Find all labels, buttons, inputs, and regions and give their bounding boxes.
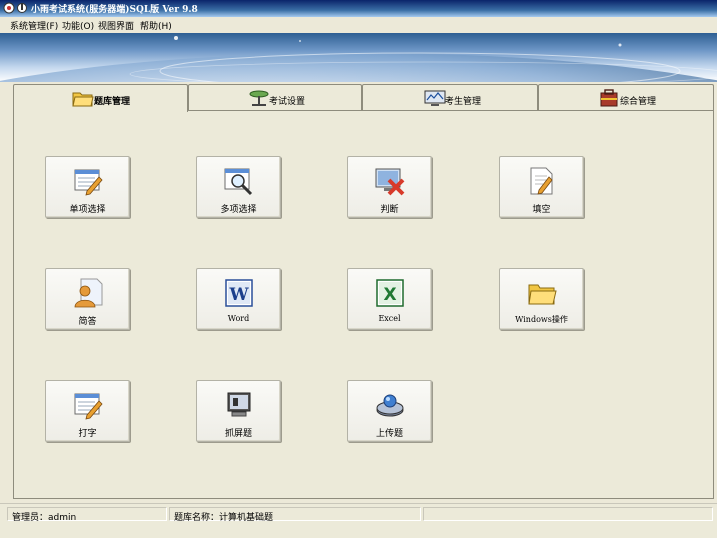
true-false-button[interactable]: 判断 (347, 156, 432, 218)
banner-graphic (0, 36, 717, 82)
multiple-choice-button[interactable]: 多项选择 (196, 156, 281, 218)
windows-operation-button[interactable]: Windows操作 (499, 268, 584, 330)
footer (0, 523, 717, 538)
menu-bar: 系统管理(F) 功能(O) 视图界面 帮助(H) (0, 17, 717, 33)
tile-label: 填空 (532, 205, 551, 215)
screen-capture-icon (227, 392, 251, 417)
question-bank-status: 题库名称：计算机基础题 (169, 507, 421, 523)
admin-status: 管理员：admin (7, 507, 167, 523)
page-pencil-icon (530, 167, 553, 195)
word-button[interactable]: W Word (196, 268, 281, 330)
tab-label: 综合管理 (620, 97, 657, 107)
monitor-icon (424, 90, 446, 106)
tile-label: 上传题 (375, 429, 403, 439)
short-answer-button[interactable]: 简答 (45, 268, 130, 330)
status-spacer (423, 507, 713, 521)
window-title: 小雨考试系统(服务器端)SQL版 Ver 9.8 (31, 5, 198, 15)
document-pencil-icon (74, 393, 103, 420)
excel-button[interactable]: X Excel (347, 268, 432, 330)
tile-label: 抓屏题 (224, 429, 252, 439)
upload-button[interactable]: 上传题 (347, 380, 432, 442)
tab-label: 考试设置 (269, 97, 306, 107)
svg-text:X: X (383, 285, 396, 305)
monitor-cross-icon (375, 168, 405, 196)
title-bar: 小雨考试系统(服务器端)SQL版 Ver 9.8 (0, 0, 717, 17)
menu-system[interactable]: 系统管理(F) (10, 19, 58, 32)
tab-label: 考生管理 (445, 97, 482, 107)
fill-blank-button[interactable]: 填空 (499, 156, 584, 218)
header-banner (0, 33, 717, 82)
lamp-icon (249, 90, 269, 106)
excel-icon: X (376, 279, 404, 307)
svg-text:W: W (228, 285, 249, 305)
magnifier-window-icon (224, 168, 253, 196)
word-icon: W (225, 279, 253, 307)
typing-button[interactable]: 打字 (45, 380, 130, 442)
tab-student-management[interactable]: 考生管理 (362, 84, 538, 111)
menu-help[interactable]: 帮助(H) (140, 19, 172, 32)
tile-label: 打字 (78, 429, 97, 439)
single-choice-button[interactable]: 单项选择 (45, 156, 130, 218)
folder-icon (72, 92, 94, 107)
document-pencil-icon (74, 169, 103, 196)
tile-label: Word (227, 314, 250, 323)
menu-function[interactable]: 功能(O) (62, 19, 94, 32)
tile-label: 多项选择 (220, 205, 257, 215)
tab-label: 题库管理 (94, 97, 131, 107)
status-bar: 管理员：admin 题库名称：计算机基础题 (0, 503, 717, 523)
app-icon[interactable] (3, 2, 15, 14)
folder-icon (528, 284, 557, 305)
tile-label: 简答 (78, 317, 97, 327)
upload-icon (376, 394, 404, 417)
tab-question-bank[interactable]: 题库管理 (13, 84, 188, 112)
screen-capture-button[interactable]: 抓屏题 (196, 380, 281, 442)
pin-icon[interactable] (16, 2, 28, 14)
tile-label: Windows操作 (515, 315, 568, 324)
tile-label: 单项选择 (69, 205, 106, 215)
menu-view[interactable]: 视图界面 (98, 19, 134, 32)
toolbox-icon (600, 89, 618, 107)
user-document-icon (74, 278, 103, 308)
tile-label: 判断 (380, 205, 399, 215)
tab-general-management[interactable]: 综合管理 (538, 84, 714, 111)
tile-label: Excel (378, 314, 401, 323)
tab-exam-settings[interactable]: 考试设置 (188, 84, 362, 111)
